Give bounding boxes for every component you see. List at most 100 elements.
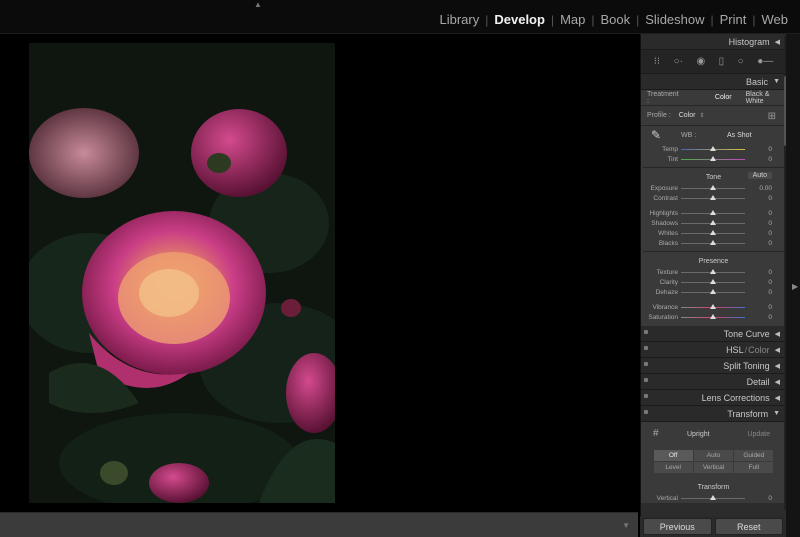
slider-value[interactable]: 0 — [768, 230, 772, 237]
slider-thumb[interactable] — [710, 278, 716, 284]
image-viewer[interactable] — [0, 35, 638, 512]
hsl-title[interactable]: HSL — [726, 345, 744, 355]
slider-thumb[interactable] — [710, 494, 716, 500]
slider-value[interactable]: 0 — [768, 156, 772, 163]
slider-track[interactable] — [681, 313, 745, 319]
slider-track[interactable] — [681, 278, 745, 284]
graduated-filter-icon[interactable]: ▯ — [719, 56, 725, 67]
slider-value[interactable]: 0 — [768, 210, 772, 217]
slider-shadows[interactable]: Shadows 0 — [641, 218, 786, 228]
histogram-header[interactable]: Histogram ◀ — [641, 34, 786, 50]
slider-vibrance[interactable]: Vibrance 0 — [641, 302, 786, 312]
slider-value[interactable]: 0 — [768, 289, 772, 296]
upright-auto-button[interactable]: Auto — [693, 450, 734, 461]
panel-switch-icon[interactable] — [644, 330, 648, 334]
slider-value[interactable]: 0 — [768, 195, 772, 202]
upright-off-button[interactable]: Off — [653, 450, 693, 461]
slider-blacks[interactable]: Blacks 0 — [641, 238, 786, 248]
panel-switch-icon[interactable] — [644, 394, 648, 398]
panel-switch-icon[interactable] — [644, 362, 648, 366]
profile-dropdown[interactable]: Color — [679, 112, 696, 119]
eyedropper-icon[interactable]: ✎ — [651, 128, 661, 142]
slider-thumb[interactable] — [710, 209, 716, 215]
slider-thumb[interactable] — [710, 145, 716, 151]
update-button[interactable]: Update — [747, 431, 770, 438]
module-web[interactable]: Web — [756, 12, 795, 27]
collapse-right-arrow-icon[interactable]: ▶ — [792, 282, 798, 291]
slider-thumb[interactable] — [710, 194, 716, 200]
slider-value[interactable]: 0 — [768, 269, 772, 276]
slider-texture[interactable]: Texture 0 — [641, 267, 786, 277]
slider-track[interactable] — [681, 229, 745, 235]
slider-track[interactable] — [681, 155, 745, 161]
transform-header[interactable]: Transform ▼ — [641, 406, 786, 422]
profile-browser-icon[interactable]: ⊞ — [768, 111, 776, 122]
lens-corrections-header[interactable]: Lens Corrections ◀ — [641, 390, 786, 406]
slider-value[interactable]: 0 — [768, 304, 772, 311]
treatment-bw-option[interactable]: Black & White — [746, 91, 786, 105]
module-print[interactable]: Print — [714, 12, 753, 27]
slider-value[interactable]: 0 — [768, 146, 772, 153]
slider-track[interactable] — [681, 494, 745, 500]
panel-switch-icon[interactable] — [644, 378, 648, 382]
vertical-slider-row[interactable]: Vertical 0 — [641, 493, 786, 503]
panel-switch-icon[interactable] — [644, 346, 648, 350]
previous-button[interactable]: Previous — [643, 518, 712, 535]
auto-tone-button[interactable]: Auto — [747, 172, 772, 179]
slider-thumb[interactable] — [710, 229, 716, 235]
upright-guided-button[interactable]: Guided — [734, 450, 774, 461]
hsl-header[interactable]: HSL / Color ◀ — [641, 342, 786, 358]
slider-track[interactable] — [681, 239, 745, 245]
panel-switch-icon[interactable] — [644, 410, 648, 414]
slider-thumb[interactable] — [710, 268, 716, 274]
slider-exposure[interactable]: Exposure 0.00 — [641, 183, 786, 193]
slider-highlights[interactable]: Highlights 0 — [641, 208, 786, 218]
collapse-top-arrow-icon[interactable]: ▲ — [254, 0, 262, 9]
slider-track[interactable] — [681, 219, 745, 225]
red-eye-icon[interactable]: ◉ — [696, 56, 705, 67]
slider-contrast[interactable]: Contrast 0 — [641, 193, 786, 203]
color-title[interactable]: Color — [748, 345, 770, 355]
collapse-bottom-arrow-icon[interactable]: ▼ — [622, 521, 630, 530]
slider-thumb[interactable] — [710, 184, 716, 190]
slider-value[interactable]: 0 — [768, 240, 772, 247]
slider-value[interactable]: 0 — [768, 495, 772, 502]
slider-value[interactable]: 0.00 — [759, 185, 772, 192]
module-map[interactable]: Map — [554, 12, 591, 27]
upright-level-button[interactable]: Level — [653, 462, 693, 473]
slider-tint[interactable]: Tint 0 — [641, 154, 786, 164]
tone-curve-header[interactable]: Tone Curve ◀ — [641, 326, 786, 342]
slider-track[interactable] — [681, 268, 745, 274]
slider-thumb[interactable] — [710, 155, 716, 161]
slider-value[interactable]: 0 — [768, 314, 772, 321]
basic-header[interactable]: Basic ▼ — [641, 74, 786, 90]
slider-value[interactable]: 0 — [768, 220, 772, 227]
slider-thumb[interactable] — [710, 239, 716, 245]
slider-track[interactable] — [681, 194, 745, 200]
slider-clarity[interactable]: Clarity 0 — [641, 277, 786, 287]
reset-button[interactable]: Reset — [714, 518, 783, 535]
detail-header[interactable]: Detail ◀ — [641, 374, 786, 390]
upright-vertical-button[interactable]: Vertical — [693, 462, 734, 473]
slider-saturation[interactable]: Saturation 0 — [641, 312, 786, 322]
slider-track[interactable] — [681, 145, 745, 151]
slider-whites[interactable]: Whites 0 — [641, 228, 786, 238]
split-toning-header[interactable]: Split Toning ◀ — [641, 358, 786, 374]
module-book[interactable]: Book — [594, 12, 636, 27]
slider-track[interactable] — [681, 303, 745, 309]
module-develop[interactable]: Develop — [488, 12, 551, 27]
wb-dropdown[interactable]: As Shot — [727, 132, 752, 139]
slider-thumb[interactable] — [710, 303, 716, 309]
slider-value[interactable]: 0 — [768, 279, 772, 286]
adjustment-brush-icon[interactable]: ●— — [757, 56, 773, 67]
radial-filter-icon[interactable]: ○ — [738, 56, 744, 67]
module-slideshow[interactable]: Slideshow — [639, 12, 710, 27]
crop-overlay-icon[interactable]: ⁝⁝ — [654, 56, 660, 67]
peony-photo[interactable] — [29, 43, 335, 503]
guided-upright-icon[interactable]: # — [653, 428, 659, 439]
spot-removal-icon[interactable]: ○· — [674, 56, 683, 67]
slider-thumb[interactable] — [710, 219, 716, 225]
module-library[interactable]: Library — [433, 12, 485, 27]
slider-temp[interactable]: Temp 0 — [641, 144, 786, 154]
slider-dehaze[interactable]: Dehaze 0 — [641, 287, 786, 297]
